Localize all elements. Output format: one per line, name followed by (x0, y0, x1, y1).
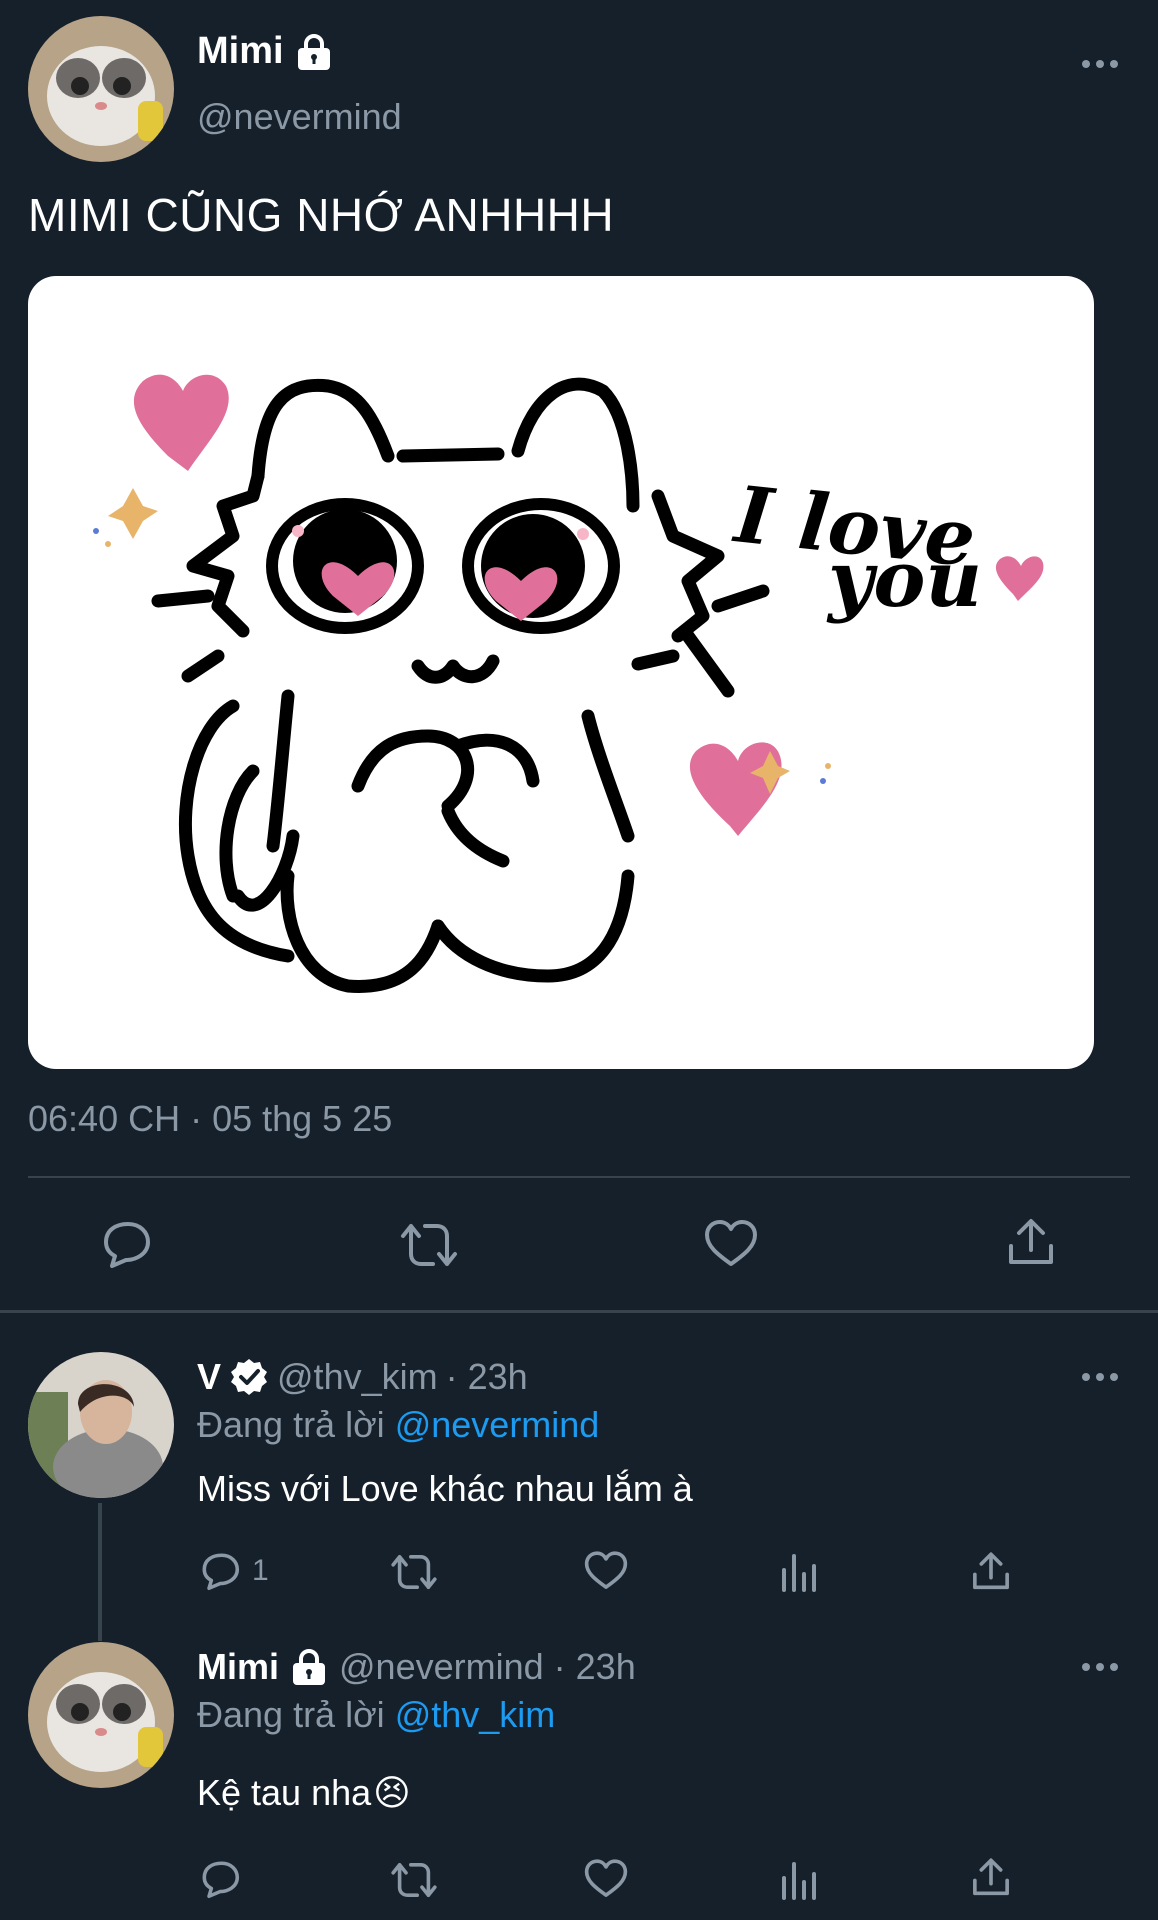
reply-handle[interactable]: @thv_kim (277, 1356, 438, 1398)
reply-button[interactable]: 1 (198, 1550, 269, 1592)
divider (28, 1176, 1130, 1178)
reply-avatar[interactable] (28, 1642, 174, 1788)
retweet-icon[interactable] (388, 1860, 440, 1900)
like-icon[interactable] (703, 1218, 759, 1270)
more-options-icon[interactable] (1082, 1373, 1118, 1381)
reply-icon (198, 1550, 242, 1592)
reply-header: V @thv_kim · 23h (197, 1356, 528, 1398)
thread-line (98, 1503, 102, 1641)
persevering-face-emoji: 😣 (373, 1772, 411, 1813)
like-icon[interactable] (583, 1550, 629, 1592)
replying-to: Đang trả lời @thv_kim (197, 1694, 555, 1736)
like-icon[interactable] (583, 1858, 629, 1900)
share-icon[interactable] (1005, 1216, 1057, 1270)
author-handle[interactable]: @nevermind (197, 96, 402, 138)
reply-handle[interactable]: @nevermind (339, 1646, 544, 1688)
replying-to-handle[interactable]: @nevermind (395, 1404, 600, 1445)
reply-text-row: Kệ tau nha 😣 (197, 1772, 411, 1814)
more-options-icon[interactable] (1082, 1663, 1118, 1671)
replying-to: Đang trả lời @nevermind (197, 1404, 599, 1446)
reply-count: 1 (252, 1554, 269, 1587)
section-divider (0, 1310, 1158, 1313)
reply-icon[interactable] (198, 1858, 242, 1900)
lock-icon (289, 1649, 329, 1685)
tweet-image[interactable]: I love you (28, 276, 1094, 1069)
cat-drawing: I love you (93, 374, 1044, 993)
tweet-timestamp[interactable]: 06:40 CH · 05 thg 5 25 (28, 1098, 392, 1140)
reply-display-name[interactable]: V (197, 1356, 221, 1398)
author-avatar[interactable] (28, 16, 174, 162)
lock-icon (294, 33, 334, 70)
reply-text: Miss với Love khác nhau lắm à (197, 1468, 693, 1509)
analytics-icon[interactable] (780, 1552, 818, 1592)
reply-text: Kệ tau nha (197, 1772, 372, 1813)
reply-time: · 23h (553, 1646, 636, 1687)
retweet-icon[interactable] (397, 1220, 461, 1270)
replying-prefix: Đang trả lời (197, 1694, 385, 1735)
reply-time: · 23h (445, 1356, 528, 1397)
tweet-text: MIMI CŨNG NHỚ ANHHHH (28, 189, 615, 241)
heart-decoration (995, 556, 1044, 601)
replying-to-handle[interactable]: @thv_kim (395, 1694, 556, 1735)
share-icon[interactable] (970, 1856, 1012, 1900)
retweet-icon[interactable] (388, 1552, 440, 1592)
reply-header: Mimi @nevermind · 23h (197, 1646, 636, 1688)
reply-avatar[interactable] (28, 1352, 174, 1498)
verified-badge-icon (229, 1357, 269, 1397)
analytics-icon[interactable] (780, 1860, 818, 1900)
author-name-row: Mimi (197, 30, 334, 73)
more-options-icon[interactable] (1082, 60, 1118, 68)
author-display-name[interactable]: Mimi (197, 30, 284, 73)
image-text-line2: you (826, 534, 982, 625)
share-icon[interactable] (970, 1550, 1012, 1594)
replying-prefix: Đang trả lời (197, 1404, 385, 1445)
heart-decoration (133, 374, 229, 471)
reply-display-name[interactable]: Mimi (197, 1646, 279, 1688)
reply-icon[interactable] (98, 1218, 154, 1270)
